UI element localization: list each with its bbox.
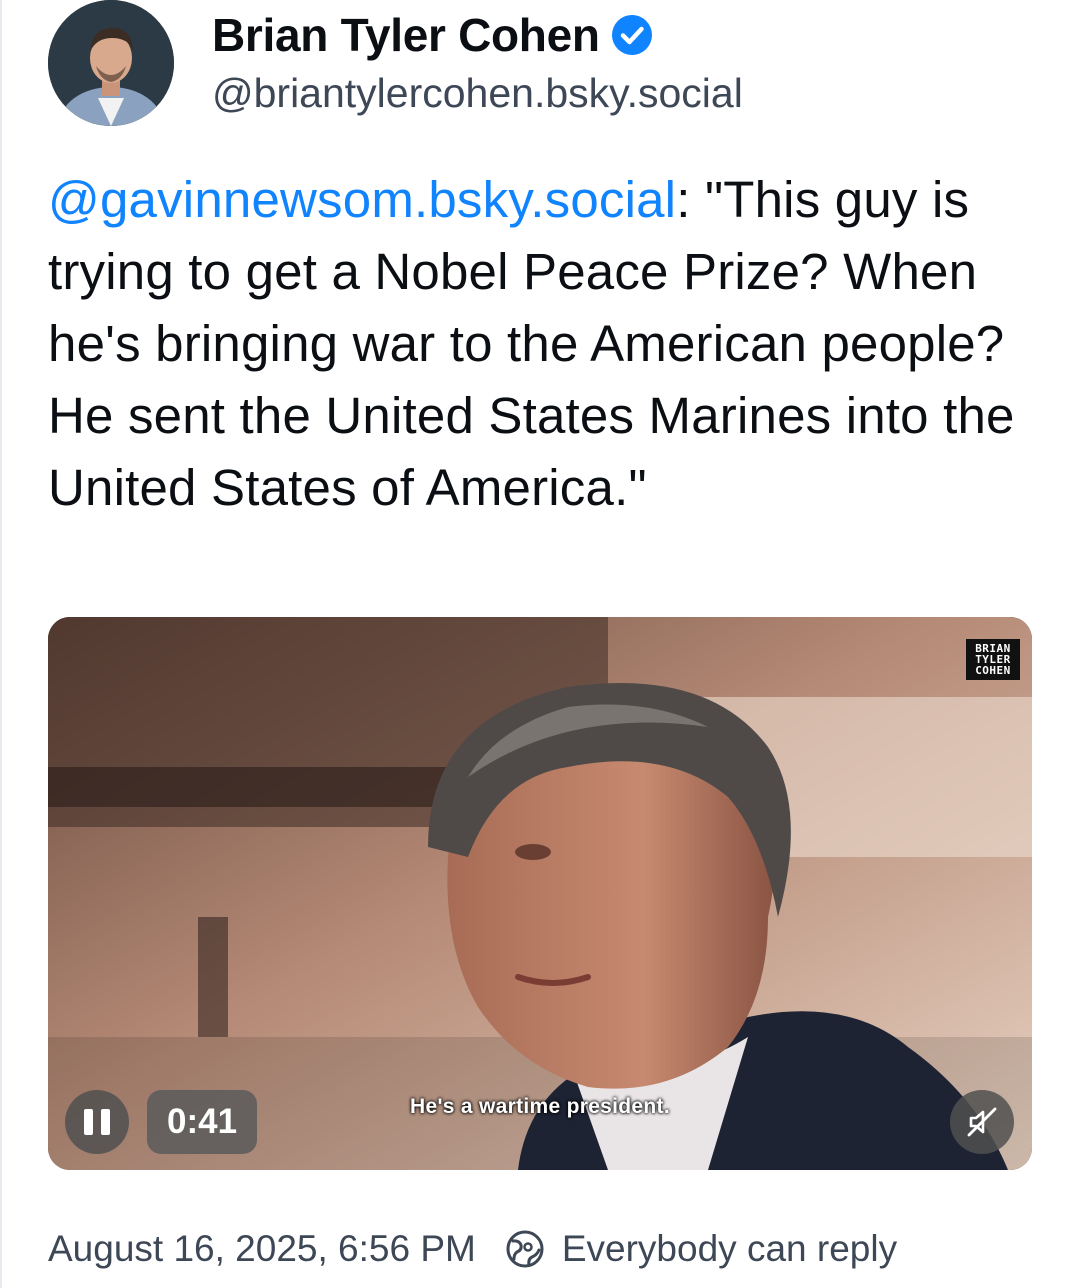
author-handle[interactable]: @briantylercohen.bsky.social [212,70,743,117]
channel-watermark: BRIAN TYLER COHEN [966,639,1020,680]
post-text: @gavinnewsom.bsky.social: "This guy is t… [48,164,1038,524]
mention-link[interactable]: @gavinnewsom.bsky.social [48,171,676,228]
display-name-text: Brian Tyler Cohen [212,9,600,61]
avatar-image [48,0,174,126]
speaker-muted-icon [967,1107,997,1137]
author-avatar[interactable] [48,0,174,126]
author-display-name[interactable]: Brian Tyler Cohen [212,8,654,62]
reply-setting-label: Everybody can reply [561,1228,898,1269]
globe-icon [504,1228,546,1270]
left-border [0,0,2,1288]
verified-badge-icon[interactable] [610,13,654,57]
post-timestamp[interactable]: August 16, 2025, 6:56 PM [48,1228,476,1270]
unmute-button[interactable] [950,1090,1014,1154]
video-frame [48,617,1032,1170]
video-caption: He's a wartime president. [410,1095,670,1118]
post-footer: August 16, 2025, 6:56 PM Everybody can r… [48,1224,897,1274]
watermark-line: COHEN [975,664,1011,677]
reply-setting[interactable]: Everybody can reply [504,1228,897,1270]
video-player[interactable]: BRIAN TYLER COHEN 0:41 He's a wartime pr… [48,617,1032,1170]
